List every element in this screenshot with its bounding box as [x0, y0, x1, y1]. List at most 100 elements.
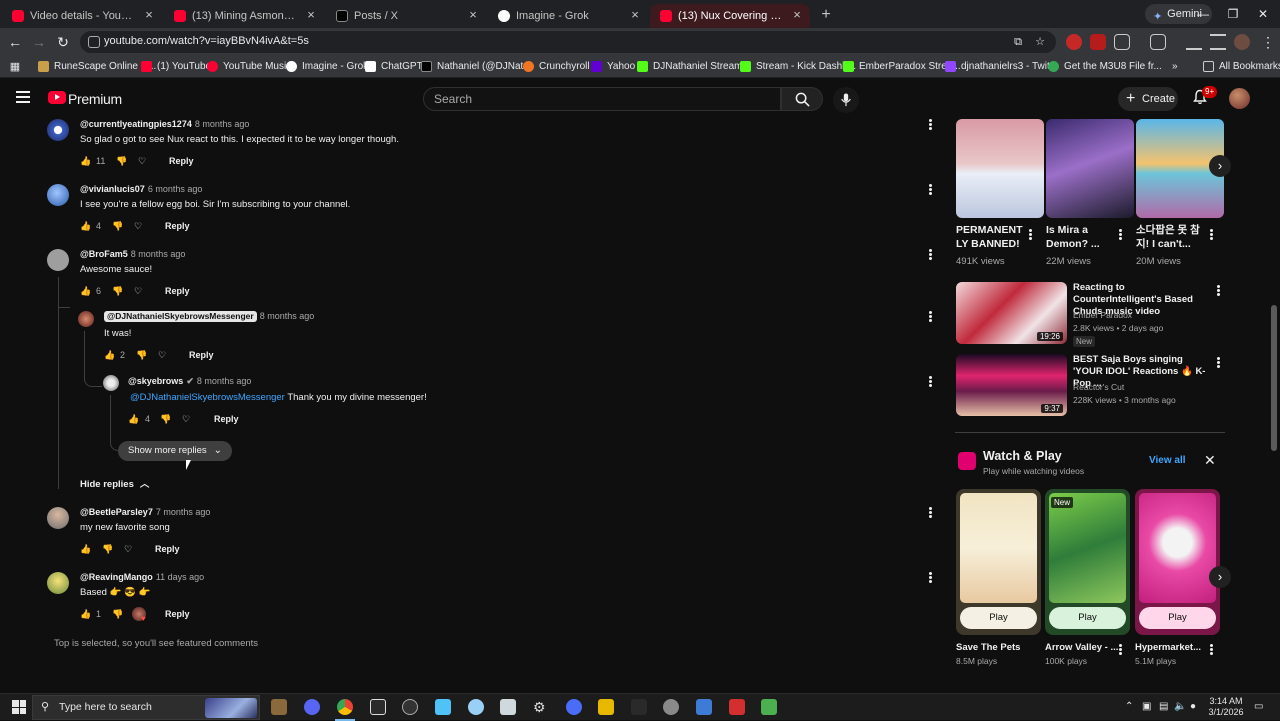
close-tab-icon[interactable]: ×: [142, 8, 156, 22]
game-card[interactable]: Play: [956, 489, 1041, 635]
restore-window-icon[interactable]: ❐: [1218, 4, 1248, 24]
short-thumbnail[interactable]: [956, 119, 1044, 218]
bookmark-item[interactable]: Get the M3U8 File fr...: [1048, 60, 1162, 74]
downloads-icon[interactable]: [1186, 34, 1202, 50]
minimize-window-icon[interactable]: —: [1188, 4, 1218, 24]
chrome-menu-icon[interactable]: ⋮: [1258, 32, 1278, 52]
discord-app-icon[interactable]: [304, 699, 320, 715]
calculator-app-icon[interactable]: [696, 699, 712, 715]
comment-author[interactable]: @BroFam5: [80, 249, 128, 259]
profile-avatar-icon[interactable]: [1234, 34, 1250, 50]
heart-icon[interactable]: ♡: [124, 542, 132, 556]
app-icon-grey[interactable]: [663, 699, 679, 715]
comment-more-options-icon[interactable]: [929, 311, 933, 323]
chrome-app-icon[interactable]: [335, 699, 355, 721]
comment-more-options-icon[interactable]: [929, 376, 933, 388]
game-more-options-icon[interactable]: [1210, 644, 1214, 656]
youtube-logo-icon[interactable]: [48, 91, 66, 104]
play-button[interactable]: Play: [1049, 607, 1126, 629]
bookmark-item[interactable]: djnathanielrs3 - Twit...: [945, 60, 1058, 74]
browser-tab[interactable]: Video details - YouTube Studio×: [2, 4, 162, 28]
bookmark-item[interactable]: Crunchyroll: [523, 60, 590, 74]
thumbs-down-icon[interactable]: 👎: [112, 284, 123, 298]
scrollbar-thumb[interactable]: [1271, 305, 1277, 451]
close-icon[interactable]: ✕: [1204, 452, 1216, 469]
taskbar-clock[interactable]: 3:14 AM 3/1/2026: [1204, 696, 1248, 718]
windows-start-icon[interactable]: [12, 700, 26, 714]
youtube-premium-logo[interactable]: Premium: [68, 91, 122, 107]
thumbs-down-icon[interactable]: 👎: [160, 412, 171, 426]
reload-icon[interactable]: ↻: [53, 32, 73, 52]
bookmark-item[interactable]: (1) YouTube: [141, 60, 211, 74]
volume-icon[interactable]: 🔈: [1174, 700, 1186, 714]
avatar[interactable]: [103, 375, 119, 391]
game-more-options-icon[interactable]: [1119, 644, 1123, 656]
bookmark-item[interactable]: Yahoo: [591, 60, 635, 74]
install-app-icon[interactable]: ⧉: [1012, 36, 1024, 48]
comment-more-options-icon[interactable]: [929, 119, 933, 131]
game-name[interactable]: Hypermarket...: [1135, 642, 1201, 653]
network-icon[interactable]: ▤: [1159, 700, 1168, 714]
site-info-icon[interactable]: [88, 36, 100, 48]
bookmark-item[interactable]: EmberParadox Strea...: [843, 60, 961, 74]
bookmark-item[interactable]: Nathaniel (@DJNat...: [421, 60, 532, 74]
notification-center-icon[interactable]: ▭: [1254, 700, 1263, 714]
x-app-icon[interactable]: [370, 699, 386, 715]
video-thumbnail[interactable]: 9:37: [956, 354, 1067, 416]
short-title[interactable]: Is Mira a Demon? ...: [1046, 223, 1118, 251]
app-icon-yellow[interactable]: [598, 699, 614, 715]
browser-tab[interactable]: Posts / X ×: [326, 4, 486, 28]
media-controls-icon[interactable]: [1210, 34, 1226, 50]
thumbs-up-icon[interactable]: 👍: [80, 542, 91, 556]
bookmark-item[interactable]: YouTube Music: [207, 60, 291, 74]
video-channel[interactable]: Reactor's Cut: [1073, 381, 1124, 394]
close-tab-icon[interactable]: ×: [790, 8, 804, 22]
short-more-options-icon[interactable]: [1029, 229, 1033, 241]
mention-link[interactable]: @DJNathanielSkyebrowsMessenger: [130, 392, 285, 403]
video-more-options-icon[interactable]: [1217, 357, 1221, 369]
close-tab-icon[interactable]: ×: [628, 8, 642, 22]
bookmark-item[interactable]: ChatGPT: [365, 60, 423, 74]
short-title[interactable]: 소다팝은 못 참지! I can't...: [1136, 223, 1208, 251]
app-icon-dark[interactable]: [631, 699, 647, 715]
thumbs-down-icon[interactable]: 👎: [112, 607, 123, 621]
settings-gear-icon[interactable]: ⚙: [533, 699, 549, 715]
show-more-replies-button[interactable]: Show more replies ⌄: [118, 441, 232, 461]
thumbs-up-icon[interactable]: 👍: [80, 154, 91, 168]
browser-tab[interactable]: (13) Mining Asmongold - YouTube×: [164, 4, 324, 28]
bookmark-item[interactable]: Imagine - Grok: [286, 60, 368, 74]
comment-author[interactable]: @ReavingMango: [80, 572, 153, 582]
comment-more-options-icon[interactable]: [929, 507, 933, 519]
app-icon-green[interactable]: [761, 699, 777, 715]
bookmark-item[interactable]: DJNathaniel Stream...: [637, 60, 751, 74]
account-avatar[interactable]: [1229, 88, 1250, 109]
view-all-link[interactable]: View all: [1149, 455, 1186, 466]
forward-arrow-icon[interactable]: →: [29, 32, 49, 52]
more-bookmarks-chevron-icon[interactable]: »: [1172, 60, 1178, 74]
comment-author-tag[interactable]: @DJNathanielSkyebrowsMessenger: [104, 311, 257, 322]
comment-timestamp[interactable]: 8 months ago: [195, 119, 250, 129]
extension-adblock-icon[interactable]: [1066, 34, 1082, 50]
bookmark-star-icon[interactable]: ☆: [1034, 36, 1046, 48]
next-arrow-icon[interactable]: ›: [1209, 155, 1231, 177]
tray-device-icon[interactable]: ▣: [1142, 700, 1151, 714]
url-text[interactable]: youtube.com/watch?v=iayBBvN4ivA&t=5s: [104, 35, 309, 47]
reply-button[interactable]: Reply: [169, 154, 194, 168]
video-more-options-icon[interactable]: [1217, 285, 1221, 297]
short-more-options-icon[interactable]: [1210, 229, 1214, 241]
game-name[interactable]: Arrow Valley - ...: [1045, 642, 1118, 653]
file-explorer-icon[interactable]: [500, 699, 516, 715]
comment-timestamp[interactable]: 8 months ago: [260, 311, 315, 321]
thumbs-up-icon[interactable]: 👍: [80, 607, 91, 621]
thumbs-up-icon[interactable]: 👍: [104, 348, 115, 362]
comment-timestamp[interactable]: 8 months ago: [131, 249, 186, 259]
avatar[interactable]: [78, 311, 94, 327]
comment-more-options-icon[interactable]: [929, 184, 933, 196]
voice-search-button[interactable]: [833, 87, 859, 113]
heart-icon[interactable]: ♡: [134, 219, 142, 233]
game-name[interactable]: Save The Pets: [956, 642, 1020, 653]
taskbar-search-input[interactable]: ⚲ Type here to search: [32, 695, 260, 720]
comment-more-options-icon[interactable]: [929, 249, 933, 261]
tray-chevron-up-icon[interactable]: ⌃: [1125, 700, 1133, 714]
comment-timestamp[interactable]: 6 months ago: [148, 184, 203, 194]
